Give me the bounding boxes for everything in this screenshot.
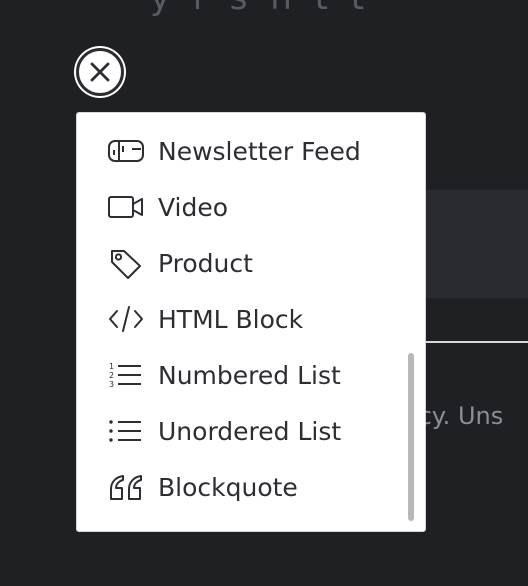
menu-item-blockquote[interactable]: Blockquote: [77, 459, 407, 515]
unordered-list-icon: [107, 415, 145, 447]
menu-item-label: Blockquote: [158, 472, 298, 502]
menu-item-html-block[interactable]: HTML Block: [77, 291, 407, 347]
menu-item-newsletter-feed[interactable]: Newsletter Feed: [77, 123, 407, 179]
background-divider: [426, 341, 528, 343]
menu-item-product[interactable]: Product: [77, 235, 407, 291]
close-icon: [90, 62, 110, 82]
menu-scrollbar[interactable]: [408, 353, 414, 521]
menu-item-label: Product: [158, 248, 253, 278]
svg-text:1: 1: [109, 362, 114, 371]
newsletter-icon: [107, 135, 145, 167]
menu-item-label: Video: [158, 192, 229, 222]
menu-item-video[interactable]: Video: [77, 179, 407, 235]
video-icon: [107, 191, 145, 223]
background-heading-fragment: y r s h t t: [150, 0, 370, 18]
menu-list: Newsletter Feed Video Product HTML Block…: [77, 123, 407, 515]
close-button[interactable]: [74, 46, 126, 98]
svg-text:2: 2: [109, 371, 114, 380]
svg-text:3: 3: [109, 380, 114, 389]
menu-item-label: HTML Block: [158, 304, 304, 334]
insert-block-menu: Newsletter Feed Video Product HTML Block…: [76, 112, 426, 532]
quote-icon: [107, 471, 145, 503]
code-icon: [107, 303, 145, 335]
close-button-ring: [76, 48, 124, 96]
menu-item-unordered-list[interactable]: Unordered List: [77, 403, 407, 459]
tag-icon: [107, 247, 145, 279]
menu-item-numbered-list[interactable]: 1 2 3 Numbered List: [77, 347, 407, 403]
menu-item-label: Newsletter Feed: [158, 136, 361, 166]
numbered-list-icon: 1 2 3: [107, 359, 145, 391]
menu-item-label: Numbered List: [158, 360, 341, 390]
menu-item-label: Unordered List: [158, 416, 342, 446]
background-panel: [426, 190, 528, 298]
